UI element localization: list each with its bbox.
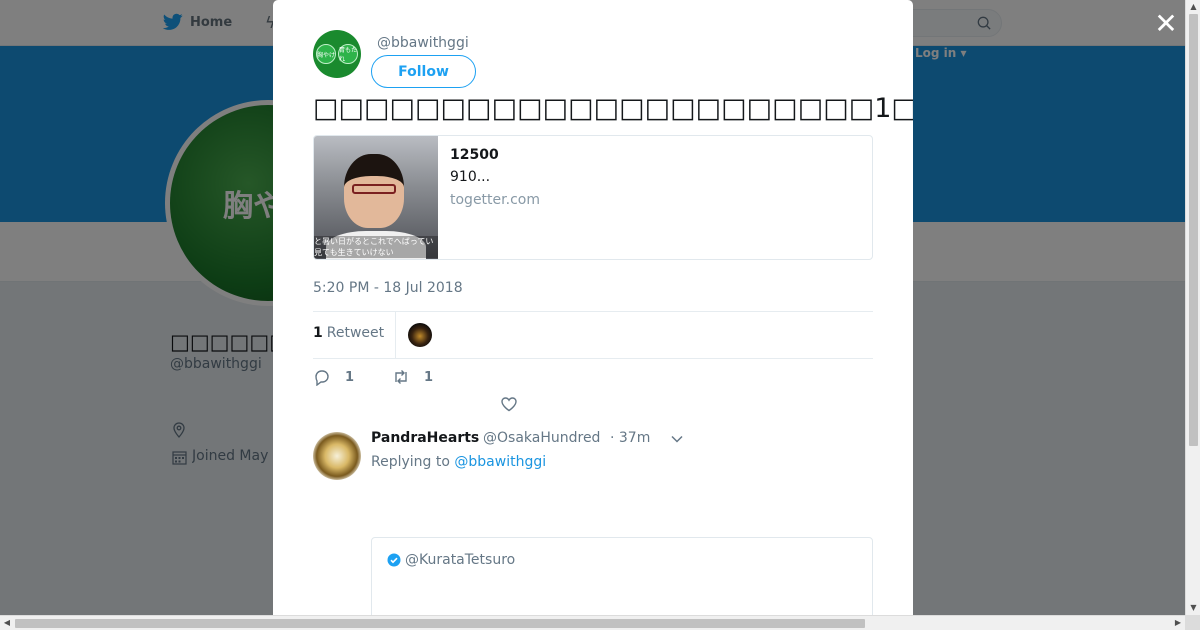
tweet-text: □□□□□□□□□□□□□□□□□□□□□□1□□2500□□□□□□□□□□□… xyxy=(313,93,913,124)
replying-to-prefix: Replying to xyxy=(371,454,450,470)
retweet-count: 1 xyxy=(313,325,323,341)
chevron-down-icon[interactable] xyxy=(670,432,684,446)
scroll-up-arrow-icon[interactable]: ▲ xyxy=(1186,0,1200,14)
scroll-down-arrow-icon[interactable]: ▼ xyxy=(1186,601,1200,615)
retweet-stats[interactable]: 1 Retweet xyxy=(313,325,384,341)
card-thumbnail-caption: と暑い日がるとこれでへばってい 見ても生きていけない xyxy=(314,236,438,258)
card-title: 12500 xyxy=(450,147,499,163)
card-thumbnail: と暑い日がるとこれでへばってい 見ても生きていけない xyxy=(314,136,438,259)
tweet-timestamp[interactable]: 5:20 PM - 18 Jul 2018 xyxy=(313,280,463,296)
reply-icon xyxy=(315,370,329,386)
tweet-author-avatar[interactable]: 胸やけ 胃もたれ xyxy=(313,30,361,78)
retweet-icon xyxy=(395,370,407,384)
close-modal-icon[interactable]: ✕ xyxy=(1152,10,1180,38)
like-heart-icon[interactable] xyxy=(500,395,518,413)
scroll-left-arrow-icon[interactable]: ◀ xyxy=(0,616,14,630)
replying-to: Replying to @bbawithggi xyxy=(371,454,546,470)
tweet-modal: 胸やけ 胃もたれ @bbawithggi Follow □□□□□□□□□□□□□… xyxy=(273,0,913,615)
quoted-handle: @KurataTetsuro xyxy=(405,552,516,568)
quoted-tweet[interactable]: @KurataTetsuro xyxy=(371,537,873,615)
link-card[interactable]: と暑い日がるとこれでへばってい 見ても生きていけない 12500 910... … xyxy=(313,135,873,260)
reply-count: 1 xyxy=(345,369,355,385)
retweet-stats-label: Retweet xyxy=(326,325,385,341)
tweet-actions: 1 1 xyxy=(313,368,471,386)
scroll-right-arrow-icon[interactable]: ▶ xyxy=(1171,616,1185,630)
reply-author-handle[interactable]: @OsakaHundred xyxy=(483,430,600,446)
reply-button[interactable]: 1 xyxy=(313,368,354,386)
replying-to-link[interactable]: @bbawithggi xyxy=(454,454,546,470)
vertical-scrollbar[interactable]: ▲ ▼ xyxy=(1185,0,1200,615)
card-description: 910... xyxy=(450,169,491,185)
follow-button[interactable]: Follow xyxy=(371,55,476,88)
horizontal-scroll-thumb[interactable] xyxy=(15,619,865,628)
divider xyxy=(313,311,873,312)
retweet-button[interactable]: 1 xyxy=(392,368,433,386)
reply-time[interactable]: · 37m xyxy=(610,430,650,446)
scrollbar-corner xyxy=(1185,615,1200,630)
divider xyxy=(395,312,396,358)
verified-badge-icon xyxy=(387,553,401,567)
horizontal-scrollbar[interactable]: ◀ ▶ xyxy=(0,615,1185,630)
divider xyxy=(313,358,873,359)
tweet-author-handle[interactable]: @bbawithggi xyxy=(377,35,469,51)
reply-author-name[interactable]: PandraHearts xyxy=(371,430,479,446)
vertical-scroll-thumb[interactable] xyxy=(1189,14,1198,446)
retweet-action-count: 1 xyxy=(424,369,434,385)
card-domain: togetter.com xyxy=(450,192,540,208)
retweeter-avatar[interactable] xyxy=(408,323,432,347)
reply-author-avatar[interactable] xyxy=(313,432,361,480)
